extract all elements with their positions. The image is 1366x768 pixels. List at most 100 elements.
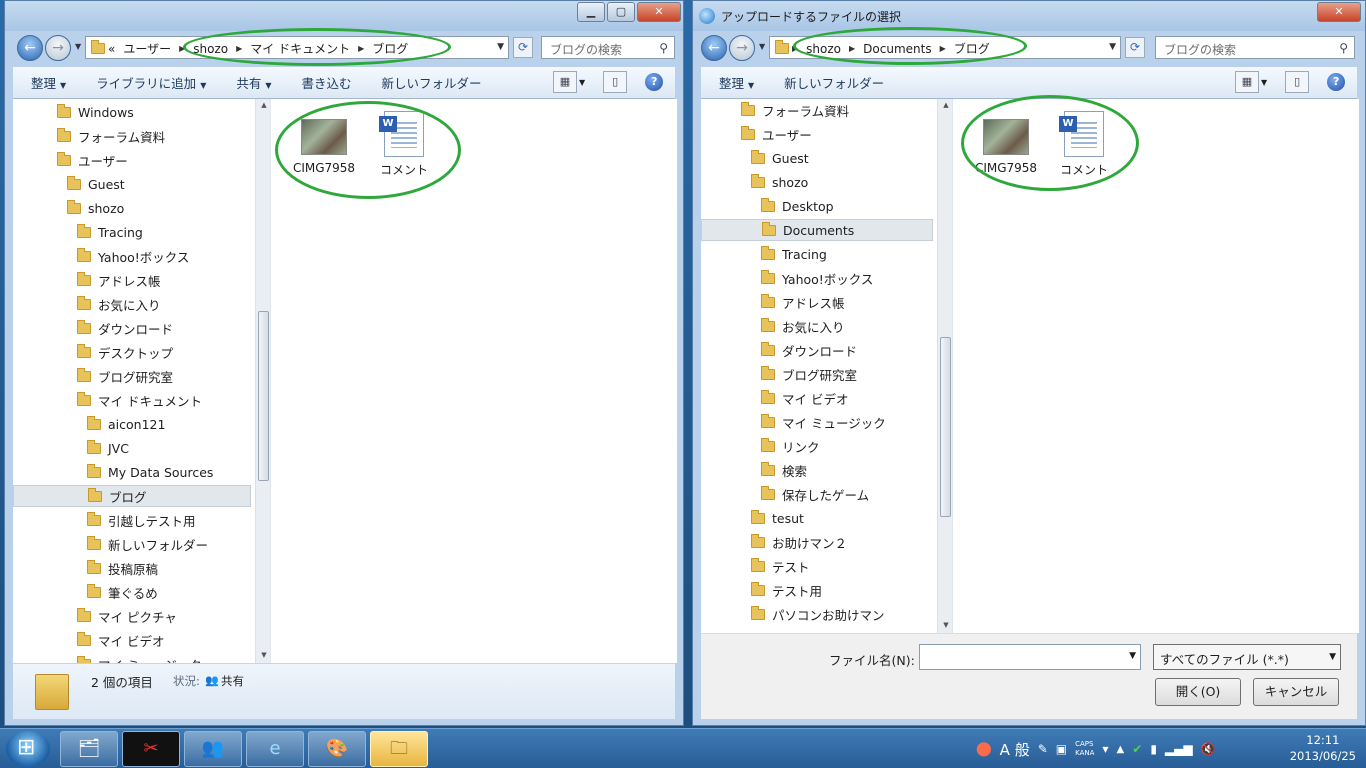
nav-tree-item[interactable]: Guest xyxy=(67,173,125,195)
nav-tree-item[interactable]: shozo xyxy=(751,171,808,193)
chevron-down-icon[interactable]: ▼ xyxy=(1109,42,1116,52)
refresh-button[interactable]: ⟳ xyxy=(513,37,533,58)
minimize-button[interactable]: ▁ xyxy=(577,2,605,22)
app-taskbar-icon[interactable]: ✂ xyxy=(122,731,180,767)
nav-tree-item[interactable]: 新しいフォルダー xyxy=(87,533,208,555)
nav-tree-item[interactable]: 検索 xyxy=(761,459,807,481)
help-icon[interactable]: ? xyxy=(645,73,664,91)
nav-tree-item[interactable]: マイ ミュージック xyxy=(77,653,202,663)
chevron-down-icon[interactable]: ▼ xyxy=(579,78,585,87)
chevron-down-icon[interactable]: ▼ xyxy=(1129,651,1136,661)
nav-tree-item[interactable]: 引越しテスト用 xyxy=(87,509,196,531)
explorer-taskbar-icon[interactable]: 🗂 xyxy=(60,731,118,767)
cancel-button[interactable]: キャンセル xyxy=(1253,678,1339,706)
filetype-select[interactable]: すべてのファイル (*.*) ▼ xyxy=(1153,644,1341,670)
breadcrumb-item[interactable]: ブログ xyxy=(372,40,408,57)
nav-tree-item[interactable]: Tracing xyxy=(761,243,827,265)
nav-tree-item[interactable]: ダウンロード xyxy=(77,317,173,339)
nav-tree-item[interactable]: Windows xyxy=(57,101,134,123)
file-item[interactable]: W コメント xyxy=(1049,111,1119,178)
organize-button[interactable]: 整理 ▼ xyxy=(31,73,66,92)
nav-tree-item[interactable]: 筆ぐるめ xyxy=(87,581,158,603)
nav-tree-item[interactable]: マイ ピクチャ xyxy=(77,605,177,627)
new-folder-button[interactable]: 新しいフォルダー xyxy=(784,73,884,92)
scroll-thumb[interactable] xyxy=(258,311,269,481)
nav-tree-item[interactable]: マイ ビデオ xyxy=(77,629,164,651)
nav-tree-item[interactable]: ブログ研究室 xyxy=(761,363,857,385)
nav-tree-item[interactable]: shozo xyxy=(67,197,124,219)
nav-tree-item[interactable]: テスト xyxy=(751,555,810,577)
breadcrumb-item[interactable]: ユーザー xyxy=(123,40,171,57)
nav-tree-item[interactable]: アドレス帳 xyxy=(77,269,161,291)
back-button[interactable]: ← xyxy=(701,35,727,61)
nav-tree-item[interactable]: My Data Sources xyxy=(87,461,213,483)
security-icon[interactable]: ⬤ xyxy=(976,741,992,757)
file-item[interactable]: CIMG7958 xyxy=(971,119,1041,175)
scroll-up-arrow[interactable]: ▲ xyxy=(938,101,952,109)
open-button[interactable]: 開く(O) xyxy=(1155,678,1241,706)
scroll-down-arrow[interactable]: ▼ xyxy=(938,621,952,629)
dialog-titlebar[interactable]: アップロードするファイルの選択 ✕ xyxy=(693,1,1365,31)
nav-tree-item[interactable]: 保存したゲーム xyxy=(761,483,869,505)
nav-tree-item[interactable]: Yahoo!ボックス xyxy=(77,245,189,267)
nav-tree-item[interactable]: テスト用 xyxy=(751,579,822,601)
nav-tree-item[interactable]: お気に入り xyxy=(761,315,845,337)
ime-indicator[interactable]: A 般 xyxy=(1000,739,1030,760)
nav-tree-item[interactable]: マイ ミュージック xyxy=(761,411,886,433)
preview-pane-icon[interactable]: ▯ xyxy=(603,71,628,93)
ime-tools-icon[interactable]: ✎ xyxy=(1038,742,1048,756)
chevron-right-icon[interactable]: ▶ xyxy=(358,44,364,53)
address-bar[interactable]: ▶ shozo ▶ Documents ▶ ブログ ▼ xyxy=(769,36,1121,59)
nav-tree-item[interactable]: フォーラム資料 xyxy=(57,125,165,147)
maximize-button[interactable]: ▢ xyxy=(607,2,635,22)
chevron-right-icon[interactable]: ▶ xyxy=(849,44,855,53)
new-folder-button[interactable]: 新しいフォルダー xyxy=(382,73,482,92)
show-hidden-icons[interactable]: ▲ xyxy=(1117,744,1125,755)
nav-tree-item[interactable]: Guest xyxy=(751,147,809,169)
breadcrumb-item[interactable]: マイ ドキュメント xyxy=(250,40,350,57)
back-button[interactable]: ← xyxy=(17,35,43,61)
chevron-right-icon[interactable]: ▶ xyxy=(236,44,242,53)
chevron-right-icon[interactable]: ▶ xyxy=(940,44,946,53)
search-input[interactable]: ブログの検索 ⚲ xyxy=(1155,36,1355,59)
breadcrumb-item[interactable]: ブログ xyxy=(954,40,990,57)
view-options-icon[interactable]: ▦ xyxy=(1235,71,1259,93)
breadcrumb-item[interactable]: Documents xyxy=(863,42,931,56)
preview-pane-icon[interactable]: ▯ xyxy=(1285,71,1310,93)
chevron-down-icon[interactable]: ▼ xyxy=(1329,652,1336,662)
burn-button[interactable]: 書き込む xyxy=(302,73,352,92)
recent-pages-dropdown[interactable]: ▼ xyxy=(759,42,765,51)
chevron-down-icon[interactable]: ▼ xyxy=(1261,78,1267,87)
nav-tree-item[interactable]: JVC xyxy=(87,437,129,459)
nav-tree-item[interactable]: お助けマン２ xyxy=(751,531,847,553)
breadcrumb-item[interactable]: shozo xyxy=(806,42,841,56)
forward-button[interactable]: → xyxy=(45,35,71,61)
explorer-titlebar[interactable]: ▁ ▢ ✕ xyxy=(5,1,683,31)
folder-taskbar-icon[interactable]: 🗀 xyxy=(370,731,428,767)
nav-tree-item[interactable]: リンク xyxy=(761,435,820,457)
share-button[interactable]: 共有 ▼ xyxy=(236,73,271,92)
dictionary-icon[interactable]: ▣ xyxy=(1056,742,1067,756)
address-bar[interactable]: « ユーザー ▶ shozo ▶ マイ ドキュメント ▶ ブログ ▼ xyxy=(85,36,509,59)
clock[interactable]: 12:11 2013/06/25 xyxy=(1290,732,1356,764)
close-button[interactable]: ✕ xyxy=(1317,2,1361,22)
forward-button[interactable]: → xyxy=(729,35,755,61)
chevron-down-icon[interactable]: ▼ xyxy=(1102,745,1108,754)
add-to-library-button[interactable]: ライブラリに追加 ▼ xyxy=(96,73,206,92)
paint-taskbar-icon[interactable]: 🎨 xyxy=(308,731,366,767)
nav-tree-item[interactable]: ユーザー xyxy=(57,149,128,171)
chevron-down-icon[interactable]: ▼ xyxy=(497,42,504,52)
volume-muted-icon[interactable]: 🔇 xyxy=(1201,742,1216,756)
nav-tree-item[interactable]: ブログ xyxy=(13,485,251,507)
messenger-taskbar-icon[interactable]: 👥 xyxy=(184,731,242,767)
nav-tree-item[interactable]: Tracing xyxy=(77,221,143,243)
filename-input[interactable]: ▼ xyxy=(919,644,1141,670)
nav-tree-item[interactable]: マイ ドキュメント xyxy=(77,389,202,411)
search-icon[interactable]: ⚲ xyxy=(1339,41,1348,55)
nav-tree-item[interactable]: アドレス帳 xyxy=(761,291,845,313)
view-options-icon[interactable]: ▦ xyxy=(553,71,577,93)
nav-tree-item[interactable]: お気に入り xyxy=(77,293,161,315)
recent-pages-dropdown[interactable]: ▼ xyxy=(75,42,81,51)
scroll-down-arrow[interactable]: ▼ xyxy=(256,651,270,659)
network-icon[interactable]: ▂▄▆ xyxy=(1165,742,1193,756)
